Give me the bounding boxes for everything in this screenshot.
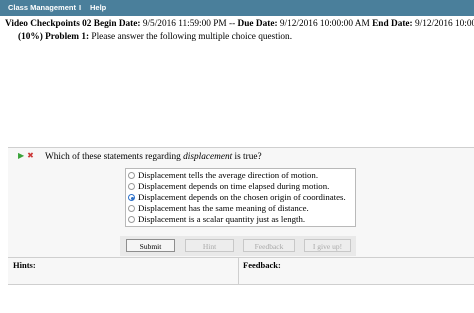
option-2-radio[interactable] bbox=[128, 183, 135, 190]
hint-button[interactable]: Hint bbox=[185, 239, 234, 252]
menu-separator: I bbox=[79, 3, 82, 12]
option-3[interactable]: Displacement depends on the chosen origi… bbox=[126, 192, 355, 203]
menu-help[interactable]: Help bbox=[90, 3, 106, 12]
feedback-button[interactable]: Feedback bbox=[243, 239, 295, 252]
menu-class-management[interactable]: Class Management bbox=[8, 3, 76, 12]
answer-options: Displacement tells the average direction… bbox=[125, 168, 356, 227]
option-3-radio[interactable] bbox=[128, 194, 135, 201]
close-icon[interactable]: ✖ bbox=[27, 151, 34, 160]
begin-date-label: Begin Date: bbox=[93, 19, 141, 29]
end-date-value: 9/12/2016 10:00:0 bbox=[414, 19, 474, 29]
problem-heading: (10%) Problem 1: Please answer the follo… bbox=[18, 32, 292, 42]
option-2-label[interactable]: Displacement depends on time elapsed dur… bbox=[138, 181, 329, 191]
menu-bar: Class Management I Help bbox=[0, 0, 474, 16]
bottom-divider bbox=[8, 284, 474, 285]
option-5-radio[interactable] bbox=[128, 216, 135, 223]
hints-feedback-pane bbox=[8, 257, 474, 285]
option-2[interactable]: Displacement depends on time elapsed dur… bbox=[126, 181, 355, 192]
pane-divider bbox=[238, 258, 239, 284]
due-date-value: 9/12/2016 10:00:00 AM bbox=[279, 19, 370, 29]
give-up-button[interactable]: I give up! bbox=[304, 239, 351, 252]
option-1[interactable]: Displacement tells the average direction… bbox=[126, 170, 355, 181]
question-text: Which of these statements regarding disp… bbox=[45, 152, 262, 162]
problem-weight: (10%) Problem 1: bbox=[18, 32, 90, 42]
submit-button[interactable]: Submit bbox=[126, 239, 175, 252]
hints-label: Hints: bbox=[13, 260, 36, 270]
option-3-label[interactable]: Displacement depends on the chosen origi… bbox=[138, 192, 346, 202]
begin-date-value: 9/5/2016 11:59:00 PM -- bbox=[142, 19, 236, 29]
assignment-title: Video Checkpoints 02 bbox=[5, 19, 92, 29]
end-date-label: End Date: bbox=[372, 19, 413, 29]
assignment-header: Video Checkpoints 02 Begin Date: 9/5/201… bbox=[5, 19, 474, 29]
option-5-label[interactable]: Displacement is a scalar quantity just a… bbox=[138, 214, 305, 224]
question-prefix: Which of these statements regarding bbox=[45, 152, 184, 162]
question-emphasis: displacement bbox=[183, 152, 233, 162]
option-4-label[interactable]: Displacement has the same meaning of dis… bbox=[138, 203, 309, 213]
option-1-label[interactable]: Displacement tells the average direction… bbox=[138, 170, 318, 180]
question-icons: ▶ ✖ bbox=[18, 151, 34, 160]
option-5[interactable]: Displacement is a scalar quantity just a… bbox=[126, 214, 355, 225]
option-1-radio[interactable] bbox=[128, 172, 135, 179]
option-4[interactable]: Displacement has the same meaning of dis… bbox=[126, 203, 355, 214]
due-date-label: Due Date: bbox=[237, 19, 278, 29]
question-suffix: is true? bbox=[232, 152, 262, 162]
play-icon[interactable]: ▶ bbox=[18, 151, 24, 160]
feedback-label: Feedback: bbox=[243, 260, 281, 270]
problem-instruction: Please answer the following multiple cho… bbox=[91, 32, 293, 42]
option-4-radio[interactable] bbox=[128, 205, 135, 212]
